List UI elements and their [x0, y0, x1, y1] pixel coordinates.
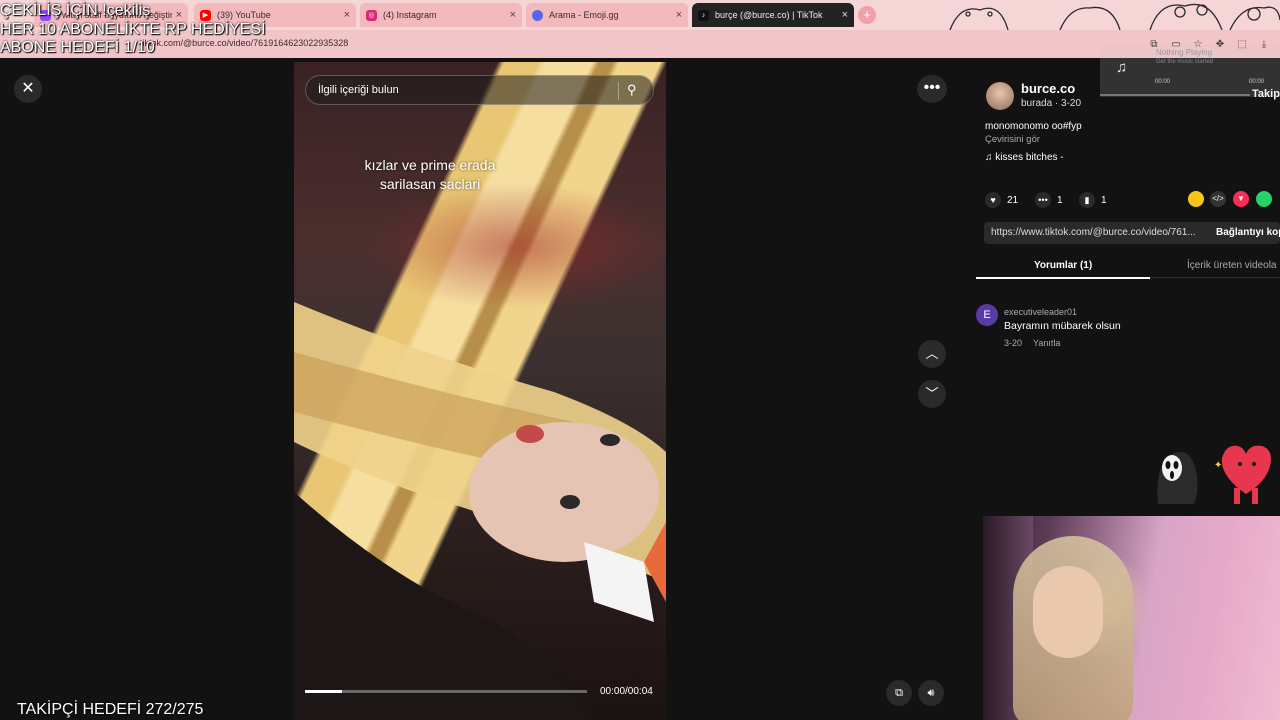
creator-username[interactable]: burce.co	[1021, 81, 1075, 96]
active-tab-indicator	[976, 277, 1150, 279]
now-playing-bar	[1100, 94, 1250, 96]
tab-label: burçe (@burce.co) | TikTok	[715, 10, 823, 20]
video-search-input[interactable]: İlgili içeriği bulun ⚲	[305, 75, 654, 105]
tab-creator-videos[interactable]: İçerik üreten videola	[1187, 260, 1277, 271]
now-playing-title: Nothing Playing	[1156, 48, 1213, 57]
now-playing-duration: 00:00	[1249, 79, 1265, 85]
video-progress-fill	[305, 690, 342, 693]
reply-button[interactable]: Yanıtla	[1033, 338, 1060, 348]
instagram-icon: ◎	[366, 9, 377, 21]
panel-tabs: Yorumlar (1) İçerik üreten videola	[976, 256, 1280, 278]
video-progress-bar[interactable]	[305, 690, 587, 693]
share-link-text: https://www.tiktok.com/@burce.co/video/7…	[991, 227, 1196, 238]
tab-close-icon[interactable]: ×	[344, 9, 350, 21]
share-friends-icon[interactable]	[1188, 191, 1204, 207]
music-note-icon: ♫	[1116, 59, 1128, 76]
share-link-box[interactable]: https://www.tiktok.com/@burce.co/video/7…	[984, 222, 1280, 244]
chevron-up-icon: ︿	[925, 346, 939, 361]
follower-goal-overlay: TAKİPÇİ HEDEFİ 272/275	[17, 701, 204, 718]
new-tab-button[interactable]: +	[858, 6, 876, 24]
video-caption: kızlar ve prime erada sarilasan saclari	[330, 156, 530, 194]
creator-avatar[interactable]	[986, 82, 1014, 110]
volume-button[interactable]: 🔊︎	[918, 680, 944, 706]
stream-overlay-text: ÇEKİLİŞ İÇİN !çekiliş HER 10 ABONELİKTE …	[0, 2, 266, 58]
heart-character-sticker: ✦	[1214, 445, 1271, 504]
now-playing-subtitle: Get the music started	[1156, 59, 1214, 65]
tab-tiktok[interactable]: ♪ burçe (@burce.co) | TikTok ×	[692, 3, 854, 27]
now-playing-widget: ♫ Nothing Playing Get the music started …	[1100, 45, 1280, 97]
like-count: 21	[1007, 194, 1019, 206]
caption-line: kızlar ve prime erada	[364, 157, 496, 173]
close-button[interactable]: ✕	[14, 75, 42, 103]
music-title: kisses bitches -	[995, 152, 1064, 163]
like-stat[interactable]: ♥ 21	[985, 192, 1018, 208]
svg-text:✦: ✦	[1214, 460, 1222, 471]
see-translation-link[interactable]: Çevirisini gör	[985, 134, 1040, 145]
send-icon[interactable]: ▼	[1233, 191, 1249, 207]
comment-username[interactable]: executiveleader01	[1004, 307, 1077, 317]
tab-close-icon[interactable]: ×	[842, 9, 848, 21]
whatsapp-icon[interactable]	[1256, 191, 1272, 207]
creator-meta: burada · 3-20	[1021, 98, 1082, 109]
pip-button[interactable]: ⧉	[886, 680, 912, 706]
comment-text: Bayramın mübarek olsun	[1004, 320, 1121, 332]
tabbar-doodle-decoration	[949, 3, 1280, 30]
comment-avatar[interactable]: E	[976, 304, 998, 326]
copy-link-button[interactable]: Bağlantıyı kop	[1216, 227, 1280, 238]
tab-close-icon[interactable]: ×	[676, 9, 682, 21]
webcam-overlay	[983, 516, 1280, 720]
comment-stat[interactable]: ••• 1	[1035, 192, 1063, 208]
next-video-button[interactable]: ﹀	[918, 380, 946, 408]
volume-icon: 🔊︎	[927, 687, 935, 699]
ghostface-sticker	[1157, 452, 1198, 504]
tab-emojigg[interactable]: Arama - Emoji.gg ×	[526, 3, 688, 27]
video-time: 00:00/00:04	[600, 686, 653, 697]
overlay-line-sub-gift: HER 10 ABONELİKTE RP HEDİYESİ	[0, 20, 266, 38]
tiktok-icon: ♪	[698, 9, 709, 21]
tab-label: Arama - Emoji.gg	[549, 10, 619, 20]
search-icon[interactable]: ⚲	[627, 82, 637, 98]
more-options-button[interactable]: •••	[917, 75, 947, 103]
webcam-face	[1033, 566, 1103, 658]
overlay-line-giveaway: ÇEKİLİŞ İÇİN !çekiliş	[0, 2, 151, 19]
video-description: monomonomo oo#fyp	[985, 121, 1082, 132]
search-placeholder: İlgili içeriği bulun	[318, 84, 399, 96]
now-playing-elapsed: 00:00	[1155, 79, 1171, 85]
music-link[interactable]: ♫ kisses bitches -	[985, 152, 1064, 163]
tab-comments[interactable]: Yorumlar (1)	[1034, 260, 1092, 271]
overlay-line-sub-goal: ABONE HEDEFİ 1/10	[0, 39, 155, 56]
tab-label: (4) Instagram	[383, 10, 437, 20]
comment-icon: •••	[1035, 192, 1051, 208]
embed-icon[interactable]: </>	[1210, 191, 1226, 207]
caption-line: sarilasan saclari	[379, 176, 481, 192]
close-icon: ✕	[21, 80, 35, 97]
tab-instagram[interactable]: ◎ (4) Instagram ×	[360, 3, 522, 27]
save-stat[interactable]: ▮ 1	[1079, 192, 1107, 208]
pip-icon: ⧉	[895, 687, 903, 699]
emojigg-icon	[532, 9, 543, 21]
save-count: 1	[1101, 194, 1107, 206]
more-icon: •••	[923, 79, 941, 96]
heart-icon: ♥	[985, 192, 1001, 208]
bookmark-icon: ▮	[1079, 192, 1095, 208]
chevron-down-icon: ﹀	[925, 386, 939, 401]
search-divider	[618, 82, 619, 100]
music-note-icon: ♫	[985, 152, 996, 163]
comment-count: 1	[1057, 194, 1063, 206]
previous-video-button[interactable]: ︿	[918, 340, 946, 368]
comment-date: 3-20	[1004, 338, 1023, 348]
tab-close-icon[interactable]: ×	[510, 9, 516, 21]
